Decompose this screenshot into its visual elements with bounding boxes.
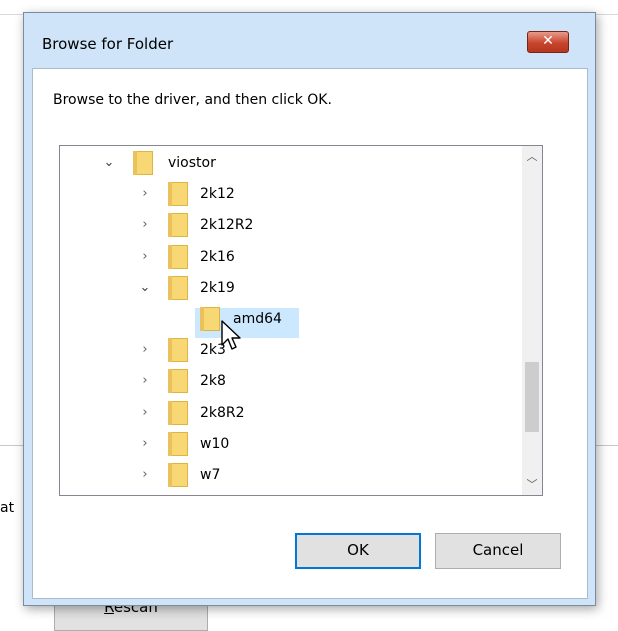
instruction-text: Browse to the driver, and then click OK. xyxy=(53,92,332,108)
cancel-button[interactable]: Cancel xyxy=(435,533,561,569)
tree-item-2k12[interactable]: 2k12 xyxy=(200,180,235,208)
chevron-right-icon[interactable]: › xyxy=(138,461,152,489)
chevron-right-icon[interactable]: › xyxy=(138,211,152,239)
vertical-scrollbar[interactable]: ︿ ﹀ xyxy=(522,146,542,495)
folder-icon xyxy=(168,275,188,300)
folder-icon xyxy=(168,400,188,425)
chevron-right-icon[interactable]: › xyxy=(138,430,152,458)
chevron-right-icon[interactable]: › xyxy=(138,399,152,427)
chevron-down-icon[interactable]: ⌄ xyxy=(138,274,152,302)
folder-icon xyxy=(168,431,188,456)
folder-tree[interactable]: ︿ ﹀ ⌄ viostor › 2k12 › 2k12R2 › 2k16 ⌄ 2k19 amd64 ›… xyxy=(59,145,543,496)
scroll-down-arrow-icon[interactable]: ﹀ xyxy=(522,475,542,495)
folder-icon xyxy=(168,369,188,394)
title-bar[interactable]: Browse for Folder ✕ xyxy=(24,13,595,69)
dialog-title: Browse for Folder xyxy=(42,35,174,53)
tree-item-2k12r2[interactable]: 2k12R2 xyxy=(200,211,253,239)
tree-item-2k19[interactable]: 2k19 xyxy=(200,274,235,302)
tree-item-w10[interactable]: w10 xyxy=(200,430,229,458)
background-divider-left xyxy=(0,445,24,446)
chevron-right-icon[interactable]: › xyxy=(138,243,152,271)
folder-icon xyxy=(168,182,188,207)
folder-icon xyxy=(168,244,188,269)
background-divider-right xyxy=(595,445,618,446)
tree-item-2k8[interactable]: 2k8 xyxy=(200,367,226,395)
ok-button[interactable]: OK xyxy=(295,533,421,569)
scroll-thumb[interactable] xyxy=(525,362,539,432)
close-button[interactable]: ✕ xyxy=(527,31,569,53)
background-partial-text: at xyxy=(0,500,15,516)
chevron-right-icon[interactable]: › xyxy=(138,336,152,364)
chevron-right-icon[interactable]: › xyxy=(138,367,152,395)
chevron-right-icon[interactable]: › xyxy=(138,180,152,208)
scroll-up-arrow-icon[interactable]: ︿ xyxy=(522,146,542,166)
folder-icon xyxy=(133,151,153,175)
tree-item-viostor[interactable]: viostor xyxy=(168,149,216,177)
mouse-cursor-icon xyxy=(221,320,241,350)
browse-for-folder-dialog: Browse for Folder ✕ Browse to the driver… xyxy=(23,12,596,606)
tree-item-2k8r2[interactable]: 2k8R2 xyxy=(200,399,245,427)
folder-icon xyxy=(168,463,188,487)
chevron-down-icon[interactable]: ⌄ xyxy=(102,149,116,177)
folder-icon xyxy=(168,338,188,363)
dialog-body: Browse to the driver, and then click OK.… xyxy=(32,68,588,599)
tree-item-w7[interactable]: w7 xyxy=(200,461,220,489)
folder-icon xyxy=(200,307,220,331)
folder-icon xyxy=(168,213,188,238)
tree-item-2k16[interactable]: 2k16 xyxy=(200,243,235,271)
